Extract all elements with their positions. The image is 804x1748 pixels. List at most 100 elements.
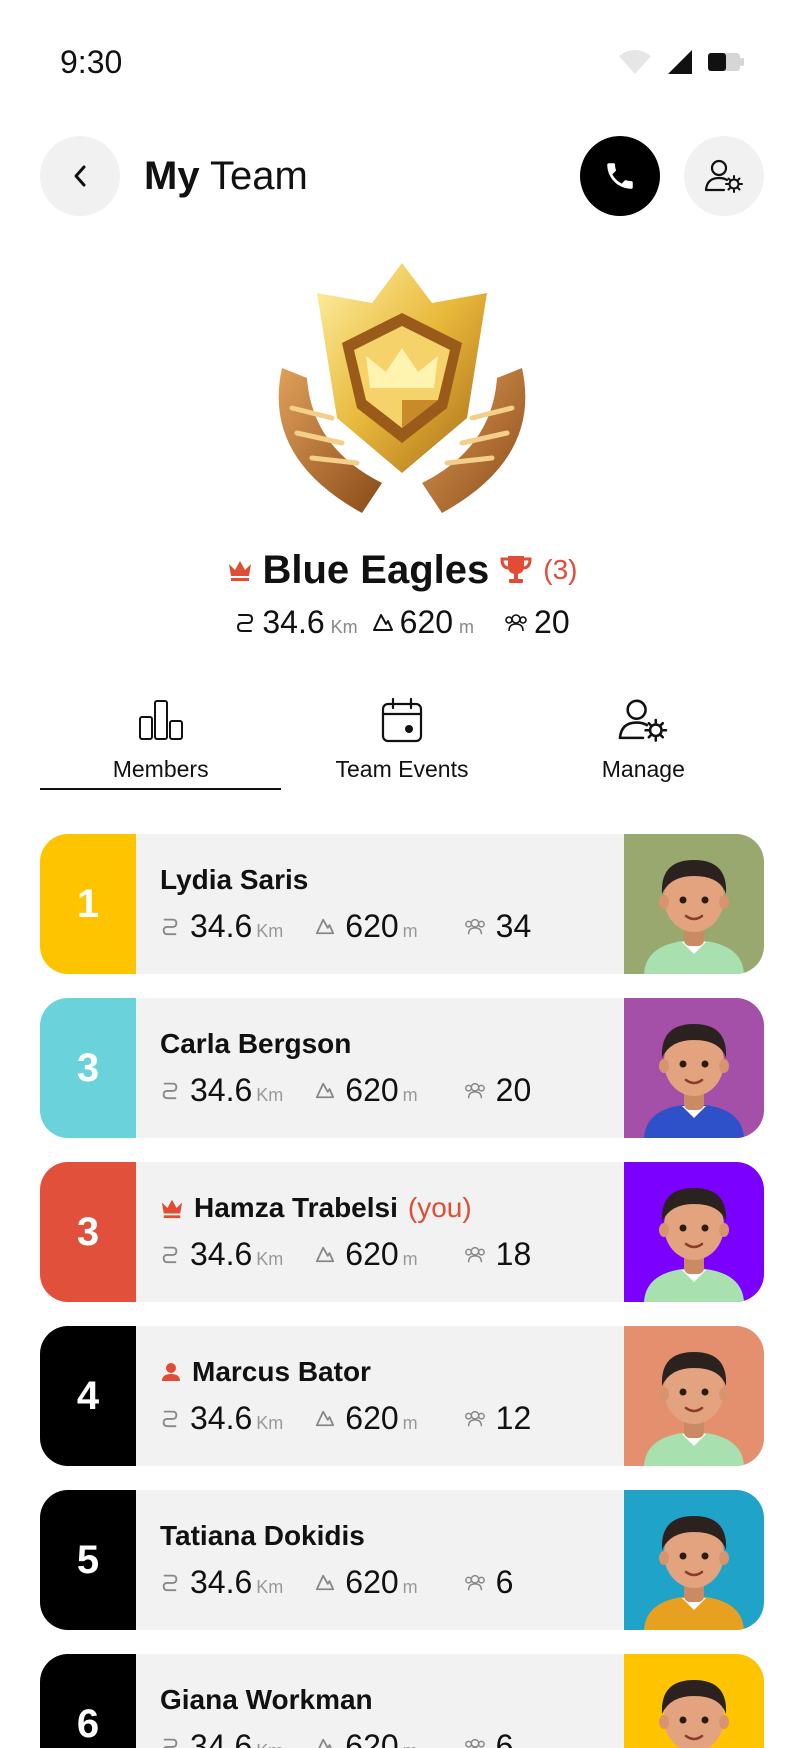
member-info: Carla Bergson 34.6 Km 620 m 20 [136, 998, 624, 1138]
group-icon [464, 918, 485, 935]
route-icon [162, 1574, 178, 1592]
member-distance-unit: Km [256, 920, 284, 941]
member-name-row: Carla Bergson [160, 1026, 624, 1062]
member-info: Marcus Bator 34.6 Km 620 m 12 [136, 1326, 624, 1466]
member-card[interactable]: 4 Marcus Bator 34.6 Km 620 m 12 [40, 1326, 764, 1466]
calendar-icon [381, 697, 423, 743]
user-settings-icon [704, 159, 743, 193]
avatar [624, 1654, 764, 1748]
member-elevation-unit: m [402, 1248, 418, 1269]
tab-team-events[interactable]: Team Events [281, 694, 522, 790]
tab-manage[interactable]: Manage [523, 694, 764, 790]
member-points: 18 [495, 1235, 532, 1272]
member-stats: 34.6 Km 620 m 12 [160, 1398, 624, 1438]
team-distance-unit: Km [330, 616, 358, 637]
tab-manage-label: Manage [601, 756, 685, 782]
route-icon [162, 1410, 178, 1428]
member-card[interactable]: 3 Hamza Trabelsi (you) 34.6 Km 620 m 18 [40, 1162, 764, 1302]
member-distance-unit: Km [256, 1412, 284, 1433]
status-icons [618, 48, 744, 76]
member-card[interactable]: 1 Lydia Saris 34.6 Km 620 m 34 [40, 834, 764, 974]
tabs: Members Team Events Manage [40, 694, 764, 790]
member-points: 34 [495, 907, 532, 944]
avatar-illustration [644, 1024, 744, 1138]
page-title-rest: Team [199, 154, 308, 198]
team-trophy-count: (3) [543, 554, 578, 585]
rank-badge: 3 [40, 998, 136, 1138]
member-name: Marcus Bator [192, 1356, 371, 1387]
avatar [624, 1162, 764, 1302]
team-elevation-unit: m [459, 616, 475, 637]
member-name: Tatiana Dokidis [160, 1520, 365, 1551]
member-elevation: 620 [345, 1399, 399, 1436]
member-stats: 34.6 Km 620 m 20 [160, 1070, 624, 1110]
status-bar: 9:30 [0, 0, 804, 126]
battery-icon [708, 53, 744, 71]
rank-badge: 1 [40, 834, 136, 974]
member-card[interactable]: 6 Giana Workman 34.6Km 620 m 6 [40, 1654, 764, 1748]
team-distance-value: 34.6 [262, 603, 325, 640]
member-info: Giana Workman 34.6Km 620 m 6 [136, 1654, 624, 1748]
team-name: Blue Eagles [262, 547, 490, 592]
avatar-illustration [644, 860, 744, 974]
member-name: Carla Bergson [160, 1028, 352, 1059]
back-button[interactable] [40, 136, 120, 216]
team-elevation-value: 620 [399, 603, 454, 640]
mountain-icon [316, 1246, 335, 1263]
member-distance-unit: Km [256, 1741, 283, 1748]
member-elevation: 620 [345, 1235, 399, 1272]
mountain-icon [316, 918, 335, 935]
group-icon [505, 614, 527, 632]
member-info: Hamza Trabelsi (you) 34.6 Km 620 m 18 [136, 1162, 624, 1302]
group-icon [464, 1410, 485, 1427]
avatar-illustration [644, 1352, 744, 1466]
member-distance-unit: Km [256, 1248, 284, 1269]
tab-team-events-label: Team Events [335, 756, 469, 782]
avatar [624, 1490, 764, 1630]
group-icon [464, 1246, 485, 1263]
member-distance: 34.6 [190, 1563, 253, 1600]
crown-icon [228, 561, 251, 581]
tab-members[interactable]: Members [40, 694, 281, 790]
member-elevation: 620 [345, 1727, 399, 1748]
avatar-illustration [644, 1188, 744, 1302]
member-distance-unit: Km [256, 1576, 284, 1597]
member-name: Hamza Trabelsi [194, 1192, 398, 1223]
mountain-icon [372, 614, 393, 631]
team-member-count-value: 20 [534, 603, 570, 640]
person-icon [162, 1363, 180, 1381]
member-elevation-unit: m [402, 1084, 418, 1105]
member-name-row: Tatiana Dokidis [160, 1518, 624, 1554]
member-elevation: 620 [345, 1071, 399, 1108]
rank-badge: 3 [40, 1162, 136, 1302]
member-distance-unit: Km [256, 1084, 284, 1105]
member-elevation-unit: m [402, 1576, 418, 1597]
rank-number: 1 [76, 881, 100, 926]
member-points: 6 [495, 1563, 514, 1600]
member-distance: 34.6 [190, 907, 253, 944]
group-icon [464, 1082, 485, 1099]
member-name: Lydia Saris [160, 864, 309, 895]
avatar-illustration [644, 1516, 744, 1630]
member-info: Lydia Saris 34.6 Km 620 m 34 [136, 834, 624, 974]
avatar [624, 998, 764, 1138]
route-icon [162, 918, 178, 936]
you-tag: (you) [407, 1192, 472, 1223]
member-points: 12 [495, 1399, 532, 1436]
call-button[interactable] [580, 136, 660, 216]
rank-badge: 4 [40, 1326, 136, 1466]
member-name-row: Marcus Bator [160, 1354, 624, 1390]
member-card[interactable]: 5 Tatiana Dokidis 34.6 Km 620 m 6 [40, 1490, 764, 1630]
member-stats: 34.6Km 620m 6 [160, 1562, 624, 1602]
rank-number: 5 [76, 1537, 100, 1582]
route-icon [237, 614, 254, 632]
member-card[interactable]: 3 Carla Bergson 34.6 Km 620 m 20 [40, 998, 764, 1138]
team-settings-button[interactable] [684, 136, 764, 216]
member-stats: 34.6 Km 620 m 34 [160, 906, 624, 946]
member-elevation-unit: m [403, 1741, 418, 1748]
mountain-icon [316, 1574, 335, 1591]
member-distance: 34.6 [190, 1235, 253, 1272]
team-distance: 34.6 Km [234, 603, 358, 641]
member-distance: 34.6 [190, 1727, 253, 1748]
user-settings-icon [619, 699, 668, 742]
